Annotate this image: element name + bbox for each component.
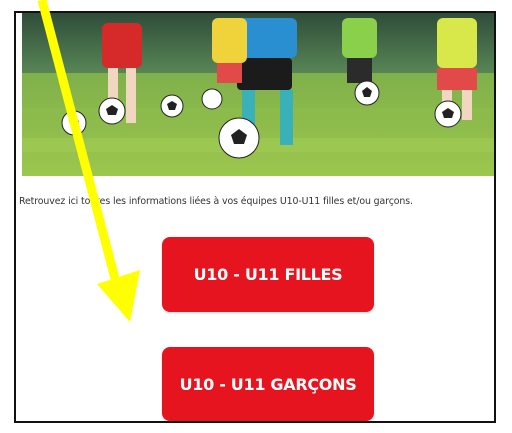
player-figure bbox=[342, 18, 377, 83]
football bbox=[218, 117, 260, 159]
player-figure bbox=[212, 18, 247, 83]
u10-u11-filles-button[interactable]: U10 - U11 FILLES bbox=[162, 237, 374, 312]
football bbox=[354, 80, 380, 106]
hero-image bbox=[22, 13, 494, 176]
football bbox=[160, 94, 184, 118]
football bbox=[61, 110, 87, 136]
page-frame: Retrouvez ici toutes les informations li… bbox=[14, 11, 496, 423]
football bbox=[434, 100, 462, 128]
football bbox=[98, 97, 126, 125]
u10-u11-garcons-button[interactable]: U10 - U11 GARÇONS bbox=[162, 347, 374, 421]
intro-text: Retrouvez ici toutes les informations li… bbox=[19, 196, 413, 207]
football bbox=[201, 88, 223, 110]
kids-football-photo bbox=[22, 13, 494, 176]
